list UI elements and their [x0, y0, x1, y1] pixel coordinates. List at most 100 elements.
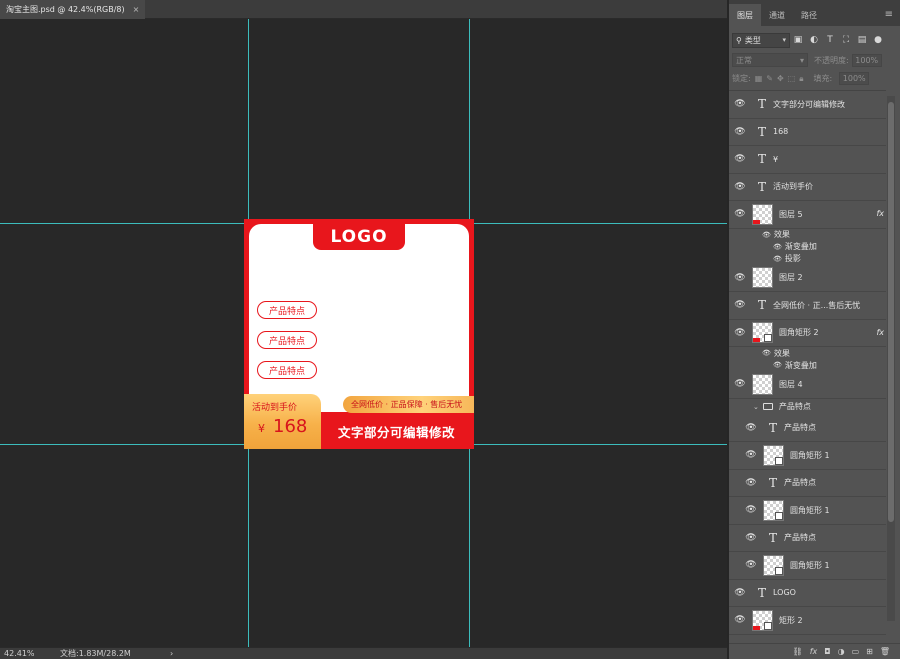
- text-layer-icon: T: [768, 475, 777, 490]
- adjustment-icon[interactable]: ◑: [838, 647, 845, 656]
- close-icon[interactable]: ×: [133, 5, 140, 14]
- visibility-eye-icon[interactable]: 👁︎: [729, 99, 751, 109]
- fx-badge-icon[interactable]: fx: [876, 328, 884, 337]
- visibility-eye-icon[interactable]: 👁︎: [729, 209, 751, 219]
- layer-thumbnail: [752, 373, 773, 395]
- layers-scrollbar[interactable]: [887, 96, 895, 621]
- lock-pixels-icon[interactable]: ✎: [766, 74, 773, 83]
- guarantee-bar: 全网低价 · 正品保障 · 售后无忧: [343, 396, 474, 413]
- status-bar: 42.41% 文档:1.83M/28.2M ›: [0, 647, 727, 659]
- layer-row[interactable]: 👁︎ T 活动到手价: [729, 174, 886, 201]
- layer-row[interactable]: 👁︎ 圆角矩形 2 fx: [729, 320, 886, 347]
- tab-layers[interactable]: 图层: [729, 4, 761, 26]
- visibility-eye-icon[interactable]: 👁︎: [762, 349, 771, 357]
- tab-channels[interactable]: 通道: [761, 4, 793, 26]
- tab-paths[interactable]: 路径: [793, 4, 825, 26]
- filter-kind-select[interactable]: ⚲ 类型 ▾: [732, 32, 790, 48]
- price-value: 168: [273, 416, 308, 437]
- opacity-label: 不透明度:: [814, 55, 849, 65]
- effects-header[interactable]: 👁︎ 效果: [729, 229, 886, 241]
- layer-row[interactable]: 👁︎ T 文字部分可编辑修改: [729, 91, 886, 119]
- blend-mode-select[interactable]: 正常 ▾: [732, 53, 808, 67]
- layer-row[interactable]: 👁︎ 图层 4: [729, 371, 886, 399]
- layer-name: 矩形 2: [779, 615, 803, 625]
- visibility-eye-icon[interactable]: 👁︎: [740, 478, 762, 488]
- adjustment-filter-icon[interactable]: ◐: [806, 35, 822, 45]
- layer-row[interactable]: 👁︎ 图层 5 fx: [729, 201, 886, 229]
- fill-label: 填充:: [813, 74, 833, 83]
- layer-row[interactable]: 👁︎ T 168: [729, 119, 886, 146]
- visibility-eye-icon[interactable]: 👁︎: [773, 243, 782, 251]
- layer-thumbnail: [752, 267, 773, 289]
- zoom-readout[interactable]: 42.41%: [0, 649, 40, 658]
- visibility-eye-icon[interactable]: 👁︎: [740, 505, 762, 515]
- lock-artboard-icon[interactable]: ⬚: [788, 74, 796, 83]
- currency-symbol: ¥: [258, 422, 265, 435]
- fx-icon[interactable]: fx: [810, 647, 818, 656]
- type-filter-icon[interactable]: T: [822, 35, 838, 45]
- visibility-eye-icon[interactable]: 👁︎: [740, 423, 762, 433]
- layer-row[interactable]: 👁︎ T LOGO: [729, 580, 886, 607]
- visibility-eye-icon[interactable]: 👁︎: [773, 255, 782, 263]
- layers-panel: 图层 通道 路径 ≡ ⚲ 类型 ▾ ▣ ◐ T ⛶ ▤ ● 正常 ▾ 不透明度:…: [729, 0, 900, 659]
- mask-icon[interactable]: ◘: [824, 647, 830, 656]
- layer-row[interactable]: 👁︎ 矩形 2: [729, 607, 886, 635]
- canvas-area[interactable]: LOGO 产品特点 产品特点 产品特点 活动到手价 ¥ 168 全网低价 · 正…: [0, 19, 727, 647]
- layer-row[interactable]: 👁︎ T 产品特点: [729, 415, 886, 442]
- link-layers-icon[interactable]: ⛓: [793, 647, 803, 656]
- text-layer-icon: T: [757, 298, 766, 313]
- visibility-eye-icon[interactable]: 👁︎: [729, 615, 751, 625]
- filter-kind-value: 类型: [744, 35, 761, 45]
- visibility-eye-icon[interactable]: 👁︎: [740, 560, 762, 570]
- layer-row[interactable]: 👁︎ 图层 2: [729, 265, 886, 292]
- effects-header[interactable]: 👁︎ 效果: [729, 347, 886, 359]
- artwork-canvas[interactable]: LOGO 产品特点 产品特点 产品特点 活动到手价 ¥ 168 全网低价 · 正…: [244, 219, 474, 449]
- layer-row[interactable]: 👁︎ T ¥: [729, 146, 886, 174]
- price-box: 活动到手价 ¥ 168: [244, 394, 321, 449]
- layer-thumbnail: [752, 203, 773, 225]
- scrollbar-thumb[interactable]: [888, 102, 894, 522]
- layer-row[interactable]: 👁︎ 圆角矩形 1: [729, 442, 886, 470]
- lock-position-icon[interactable]: ✥: [777, 74, 784, 83]
- blend-mode-value: 正常: [736, 55, 752, 65]
- effect-item[interactable]: 👁︎ 渐变叠加: [729, 359, 886, 371]
- new-group-icon[interactable]: ▭: [852, 647, 860, 656]
- effect-item[interactable]: 👁︎ 投影: [729, 253, 886, 265]
- layer-row[interactable]: 👁︎ 圆角矩形 1: [729, 552, 886, 580]
- opacity-field[interactable]: 100%: [851, 53, 882, 67]
- effect-item[interactable]: 👁︎ 渐变叠加: [729, 241, 886, 253]
- document-tab[interactable]: 淘宝主图.psd @ 42.4%(RGB/8) ×: [0, 0, 146, 19]
- delete-icon[interactable]: 🗑︎: [880, 647, 890, 656]
- visibility-eye-icon[interactable]: 👁︎: [729, 300, 751, 310]
- visibility-eye-icon[interactable]: 👁︎: [729, 379, 751, 389]
- filter-toggle-icon[interactable]: ●: [870, 35, 886, 45]
- visibility-eye-icon[interactable]: 👁︎: [740, 533, 762, 543]
- layer-row[interactable]: 👁︎ T 全网低价 · 正...售后无忧: [729, 292, 886, 320]
- chevron-down-icon[interactable]: ⌄: [753, 403, 759, 411]
- fill-field[interactable]: 100%: [839, 72, 870, 85]
- visibility-eye-icon[interactable]: 👁︎: [729, 154, 751, 164]
- visibility-eye-icon[interactable]: 👁︎: [762, 231, 771, 239]
- status-menu-arrow-icon[interactable]: ›: [170, 649, 173, 658]
- layer-row[interactable]: 👁︎ 圆角矩形 1: [729, 497, 886, 525]
- visibility-eye-icon[interactable]: 👁︎: [773, 361, 782, 369]
- layer-name: 168: [773, 127, 789, 137]
- panel-menu-icon[interactable]: ≡: [885, 9, 893, 20]
- visibility-eye-icon[interactable]: 👁︎: [729, 328, 751, 338]
- visibility-eye-icon[interactable]: 👁︎: [729, 588, 751, 598]
- visibility-eye-icon[interactable]: 👁︎: [740, 450, 762, 460]
- shape-filter-icon[interactable]: ⛶: [838, 35, 854, 45]
- layer-group-row[interactable]: ⌄ 产品特点: [729, 399, 886, 415]
- lock-all-icon[interactable]: 🔒︎: [799, 74, 803, 84]
- new-layer-icon[interactable]: ⊞: [866, 647, 873, 656]
- layer-thumbnail: [763, 499, 784, 521]
- smart-object-filter-icon[interactable]: ▤: [854, 35, 870, 45]
- lock-transparency-icon[interactable]: ▦: [755, 74, 763, 83]
- layer-row[interactable]: 👁︎ T 产品特点: [729, 470, 886, 497]
- image-filter-icon[interactable]: ▣: [790, 35, 806, 45]
- visibility-eye-icon[interactable]: 👁︎: [729, 127, 751, 137]
- fx-badge-icon[interactable]: fx: [876, 209, 884, 218]
- visibility-eye-icon[interactable]: 👁︎: [729, 273, 751, 283]
- visibility-eye-icon[interactable]: 👁︎: [729, 182, 751, 192]
- layer-row[interactable]: 👁︎ T 产品特点: [729, 525, 886, 552]
